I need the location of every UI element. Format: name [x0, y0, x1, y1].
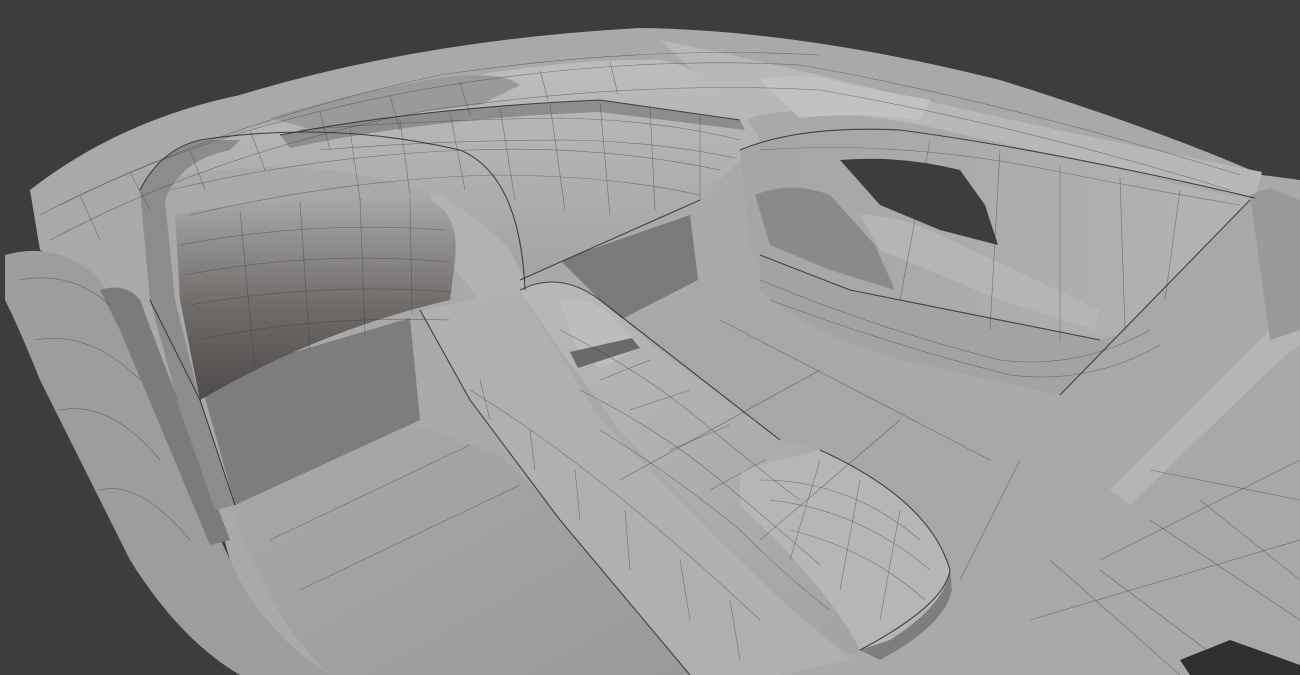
car-interior-mesh[interactable] [0, 0, 1300, 675]
3d-viewport[interactable] [0, 0, 1300, 675]
